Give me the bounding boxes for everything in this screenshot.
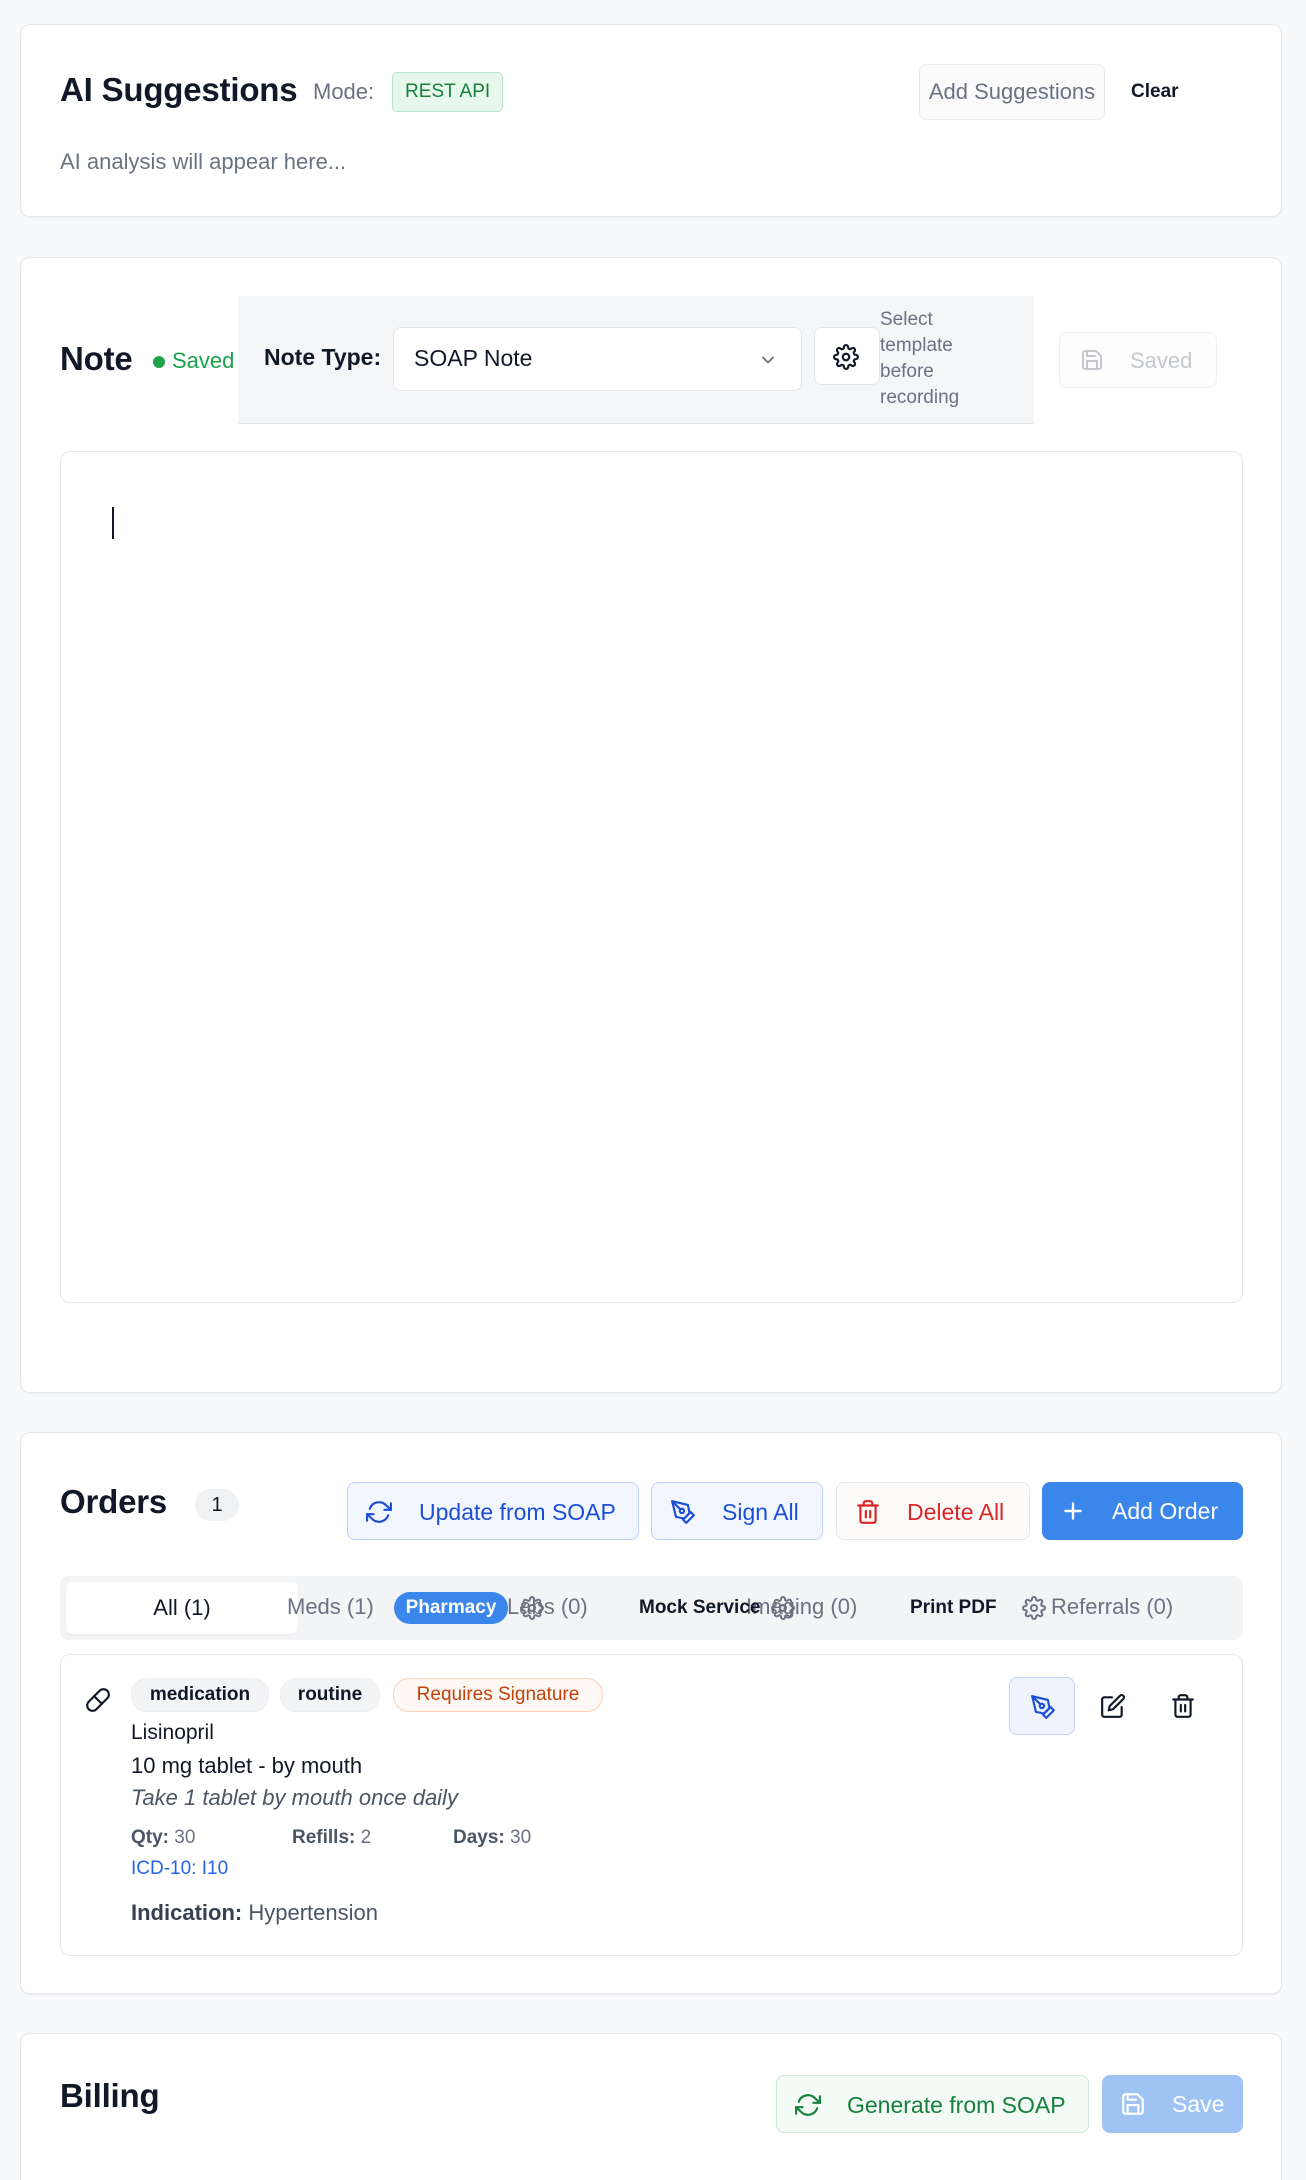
order-sig: Take 1 tablet by mouth once daily	[131, 1785, 458, 1810]
update-from-soap-label: Update from SOAP	[419, 1499, 616, 1525]
note-type-value: SOAP Note	[414, 345, 533, 371]
gear-icon[interactable]	[520, 1596, 544, 1620]
trash-icon[interactable]	[1170, 1693, 1196, 1719]
save-note-label: Saved	[1130, 348, 1193, 373]
refresh-icon	[795, 2092, 821, 2118]
ai-suggestions-card: AI Suggestions Mode: REST API Add Sugges…	[20, 24, 1282, 217]
tab-all[interactable]: All (1)	[66, 1582, 298, 1634]
saved-status-text: Saved	[172, 348, 235, 373]
pharmacy-button[interactable]: Pharmacy	[394, 1592, 508, 1624]
requires-signature-tag: Requires Signature	[393, 1678, 603, 1712]
order-priority-tag: routine	[280, 1678, 380, 1712]
order-drug-name: Lisinopril	[131, 1721, 214, 1744]
orders-card: Orders 1 Update from SOAP Sign All Delet…	[20, 1432, 1282, 1994]
mode-label: Mode:	[313, 79, 375, 104]
note-title: Note	[60, 340, 133, 377]
order-type-tag: medication	[131, 1678, 269, 1712]
delete-all-label: Delete All	[907, 1499, 1005, 1525]
note-type-select[interactable]: SOAP Note	[393, 327, 802, 391]
order-tabs: All (1) Meds (1) Labs (0) Imaging (0) Re…	[60, 1576, 1243, 1640]
order-item: medication routine Requires Signature Li…	[60, 1654, 1243, 1956]
note-editor[interactable]	[60, 451, 1243, 1303]
chevron-down-icon	[758, 350, 778, 370]
ai-suggestions-title: AI Suggestions	[60, 71, 298, 108]
pen-icon	[1030, 1694, 1056, 1720]
trash-icon	[855, 1499, 881, 1525]
gear-icon	[833, 344, 859, 370]
add-order-button[interactable]: Add Order	[1042, 1482, 1243, 1540]
generate-from-soap-button[interactable]: Generate from SOAP	[776, 2075, 1089, 2133]
gear-icon[interactable]	[771, 1596, 795, 1620]
order-icd-code[interactable]: ICD-10: I10	[131, 1858, 228, 1880]
template-hint: Select template before recording	[880, 309, 960, 408]
billing-card: Billing Generate from SOAP Save	[20, 2033, 1282, 2180]
tab-referrals[interactable]: Referrals (0)	[1051, 1594, 1173, 1620]
pen-icon	[670, 1499, 696, 1525]
refresh-icon	[366, 1499, 392, 1525]
add-suggestions-button[interactable]: Add Suggestions	[919, 64, 1105, 120]
template-settings-button[interactable]	[814, 327, 880, 385]
save-billing-label: Save	[1172, 2091, 1225, 2117]
order-dose: 10 mg tablet - by mouth	[131, 1753, 363, 1778]
print-pdf-button[interactable]: Print PDF	[910, 1597, 997, 1619]
note-card: Note Saved Note Type: SOAP Note Select t…	[20, 257, 1282, 1393]
save-billing-button[interactable]: Save	[1102, 2075, 1243, 2133]
save-note-button[interactable]: Saved	[1059, 332, 1217, 388]
order-days: Days: 30	[453, 1827, 532, 1848]
generate-from-soap-label: Generate from SOAP	[847, 2092, 1066, 2118]
edit-icon[interactable]	[1100, 1693, 1126, 1719]
save-icon	[1120, 2091, 1146, 2117]
orders-count-badge: 1	[195, 1489, 239, 1521]
note-type-label: Note Type:	[264, 344, 382, 370]
saved-status-dot	[153, 356, 165, 368]
gear-icon[interactable]	[1022, 1596, 1046, 1620]
add-order-label: Add Order	[1112, 1498, 1219, 1524]
sign-all-label: Sign All	[722, 1499, 799, 1525]
sign-order-button[interactable]	[1009, 1677, 1075, 1735]
pill-icon	[85, 1687, 111, 1713]
mock-service-label[interactable]: Mock Service	[639, 1597, 760, 1619]
tab-meds[interactable]: Meds (1)	[287, 1594, 374, 1620]
order-qty: Qty: 30	[131, 1827, 196, 1848]
delete-all-button[interactable]: Delete All	[836, 1482, 1030, 1540]
sign-all-button[interactable]: Sign All	[651, 1482, 823, 1540]
tab-imaging[interactable]: Imaging (0)	[746, 1594, 857, 1620]
clear-button[interactable]: Clear	[1131, 81, 1179, 103]
text-caret	[112, 507, 114, 539]
orders-title: Orders	[60, 1483, 168, 1520]
billing-title: Billing	[60, 2077, 160, 2114]
order-refills: Refills: 2	[292, 1827, 372, 1848]
ai-analysis-placeholder: AI analysis will appear here...	[60, 149, 347, 174]
note-type-panel: Note Type: SOAP Note Select template bef…	[238, 296, 1034, 424]
plus-icon	[1060, 1498, 1086, 1524]
mode-badge: REST API	[392, 72, 504, 112]
update-from-soap-button[interactable]: Update from SOAP	[347, 1482, 639, 1540]
save-icon	[1080, 348, 1104, 372]
order-indication: Indication: Hypertension	[131, 1900, 378, 1925]
